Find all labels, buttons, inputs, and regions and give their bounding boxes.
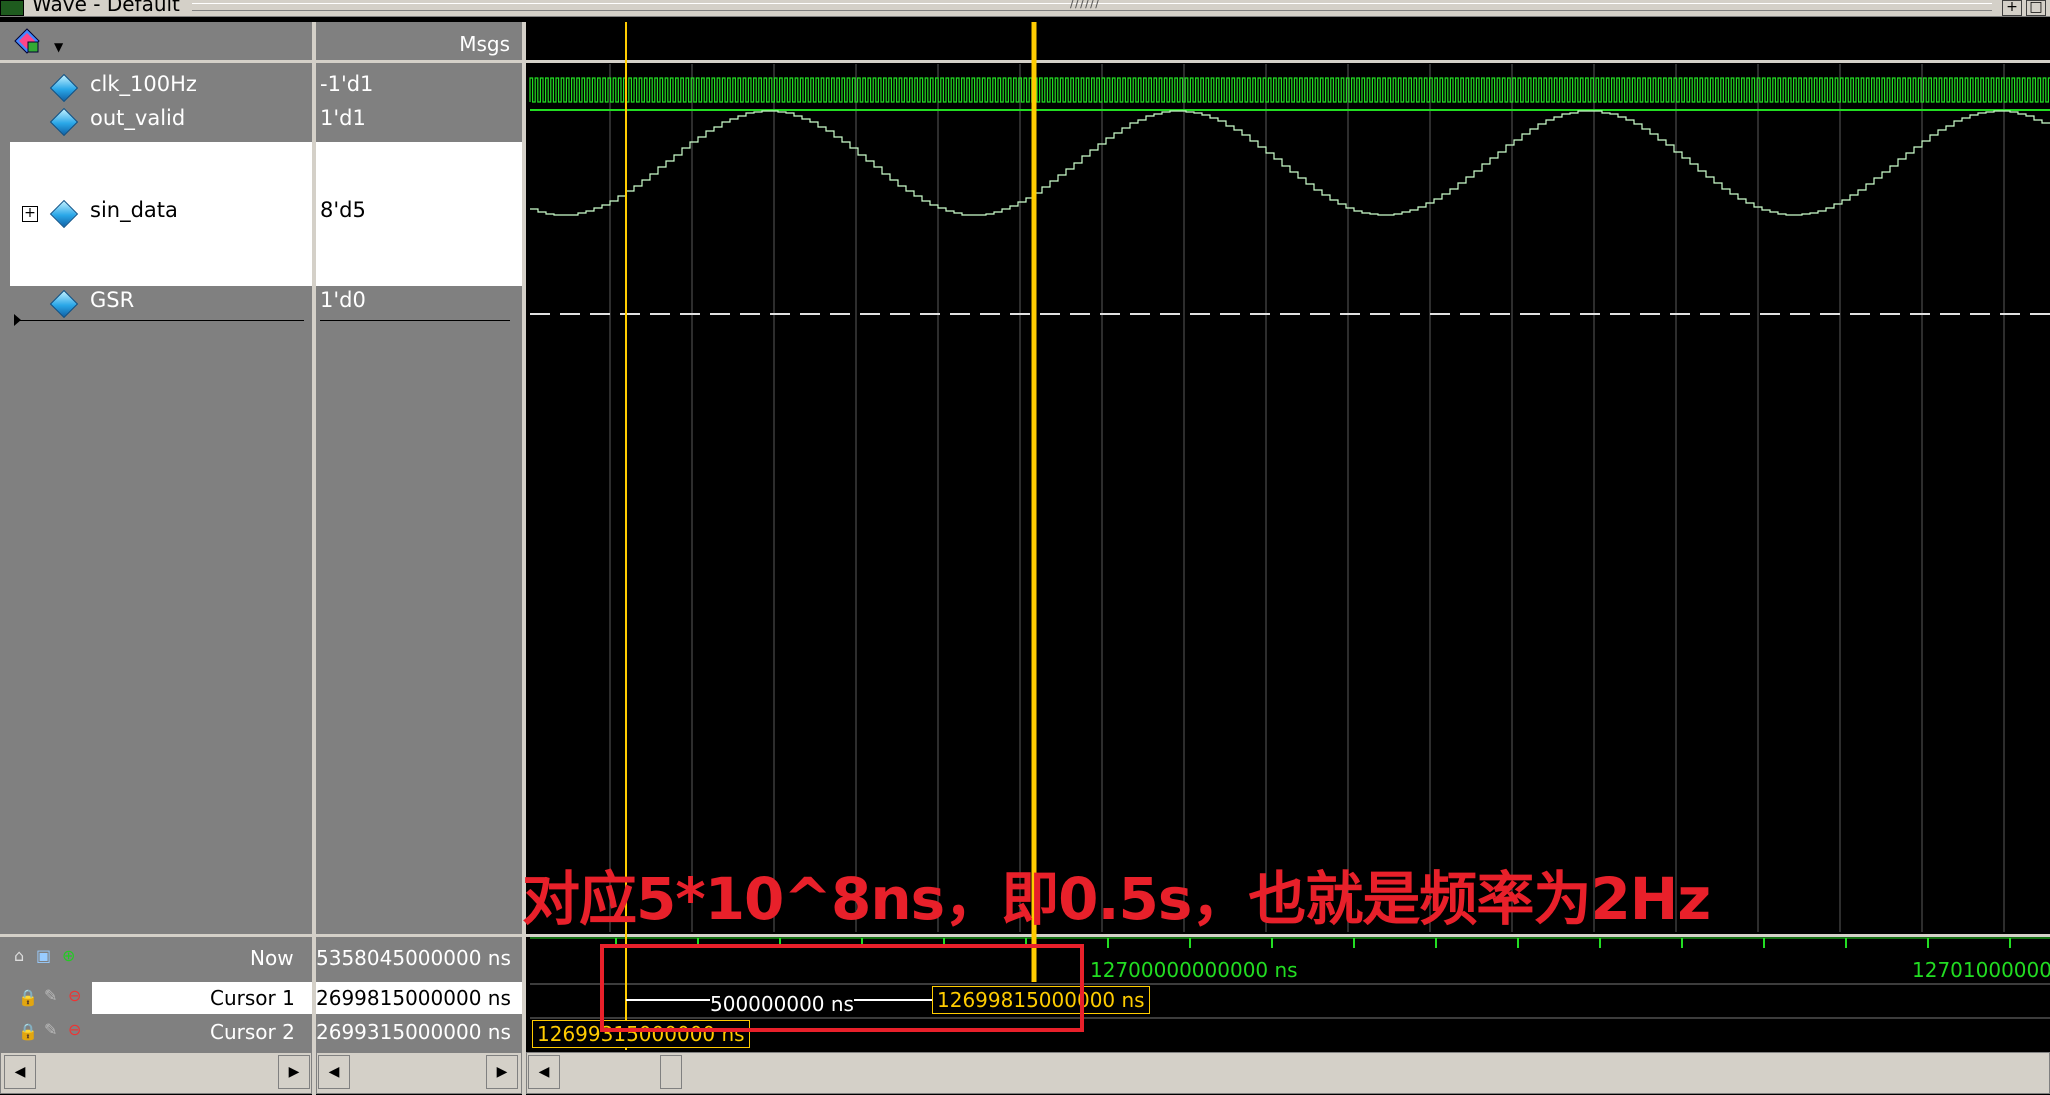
now-label: Now xyxy=(250,946,294,970)
clk-100hz-waveform xyxy=(529,77,2050,103)
insertion-line xyxy=(18,320,304,321)
scroll-thumb[interactable] xyxy=(660,1055,682,1089)
insertion-line xyxy=(320,320,510,321)
annotation-text: 对应5*10^8ns，即0.5s，也就是频率为2Hz xyxy=(522,865,1711,933)
signal-name[interactable]: clk_100Hz xyxy=(90,72,197,96)
timeline-tick-label: 12700000000000 ns xyxy=(1090,958,1298,982)
lock-icon[interactable]: 🔒 xyxy=(18,988,38,1007)
signal-value: 1'd1 xyxy=(320,106,366,130)
signal-name[interactable]: sin_data xyxy=(90,198,178,222)
remove-icon[interactable]: ⊖ xyxy=(68,986,81,1005)
wave-scrollbar[interactable] xyxy=(526,1052,2050,1094)
now-value: 5358045000000 ns xyxy=(316,946,511,970)
wrench-icon[interactable]: ✎ xyxy=(44,986,57,1005)
scroll-right-button[interactable]: ▶ xyxy=(278,1055,310,1089)
signal-value: 1'd0 xyxy=(320,288,366,312)
window-title: Wave - Default xyxy=(32,0,180,16)
dock-button[interactable]: + xyxy=(2002,0,2022,16)
cursor1-label[interactable]: Cursor 1 xyxy=(210,986,295,1010)
chevron-down-icon[interactable]: ▼ xyxy=(54,40,63,54)
names-scrollbar[interactable] xyxy=(0,1052,312,1094)
lock-icon[interactable]: 🔒 xyxy=(18,1022,38,1041)
msgs-label: Msgs xyxy=(459,32,510,56)
scroll-right-button[interactable]: ▶ xyxy=(486,1055,518,1089)
window-icon xyxy=(0,0,24,16)
now-icon[interactable]: ⌂ xyxy=(14,946,24,965)
undock-button[interactable]: □ xyxy=(2026,0,2046,16)
scroll-left-button[interactable]: ◀ xyxy=(4,1055,36,1089)
cursor1-value: 2699815000000 ns xyxy=(316,986,511,1010)
cursor2-value: 2699315000000 ns xyxy=(316,1020,511,1044)
signal-name[interactable]: GSR xyxy=(90,288,134,312)
values-header: Msgs xyxy=(316,22,522,63)
signal-value: 8'd5 xyxy=(320,198,366,222)
add-icon[interactable]: ⊕ xyxy=(62,946,75,965)
names-header: ▼ xyxy=(0,22,312,63)
annotation-box xyxy=(600,944,1084,1032)
title-bar: Wave - Default ////// + □ xyxy=(0,0,2050,17)
expand-icon[interactable]: + xyxy=(22,206,38,222)
remove-icon[interactable]: ⊖ xyxy=(68,1020,81,1039)
signal-value: -1'd1 xyxy=(320,72,374,96)
cursor2-label[interactable]: Cursor 2 xyxy=(210,1020,295,1044)
title-grip-dots: ////// xyxy=(1070,0,1101,10)
signal-tool-icon[interactable] xyxy=(14,28,40,54)
scroll-left-button[interactable]: ◀ xyxy=(528,1055,560,1089)
wrench-icon[interactable]: ✎ xyxy=(44,1020,57,1039)
add-cursor-icon[interactable]: ▣ xyxy=(36,946,51,965)
sin-data-waveform xyxy=(530,110,2050,216)
scroll-left-button[interactable]: ◀ xyxy=(318,1055,350,1089)
timeline-tick-label: 12701000000000 xyxy=(1912,958,2050,982)
signal-name[interactable]: out_valid xyxy=(90,106,185,130)
